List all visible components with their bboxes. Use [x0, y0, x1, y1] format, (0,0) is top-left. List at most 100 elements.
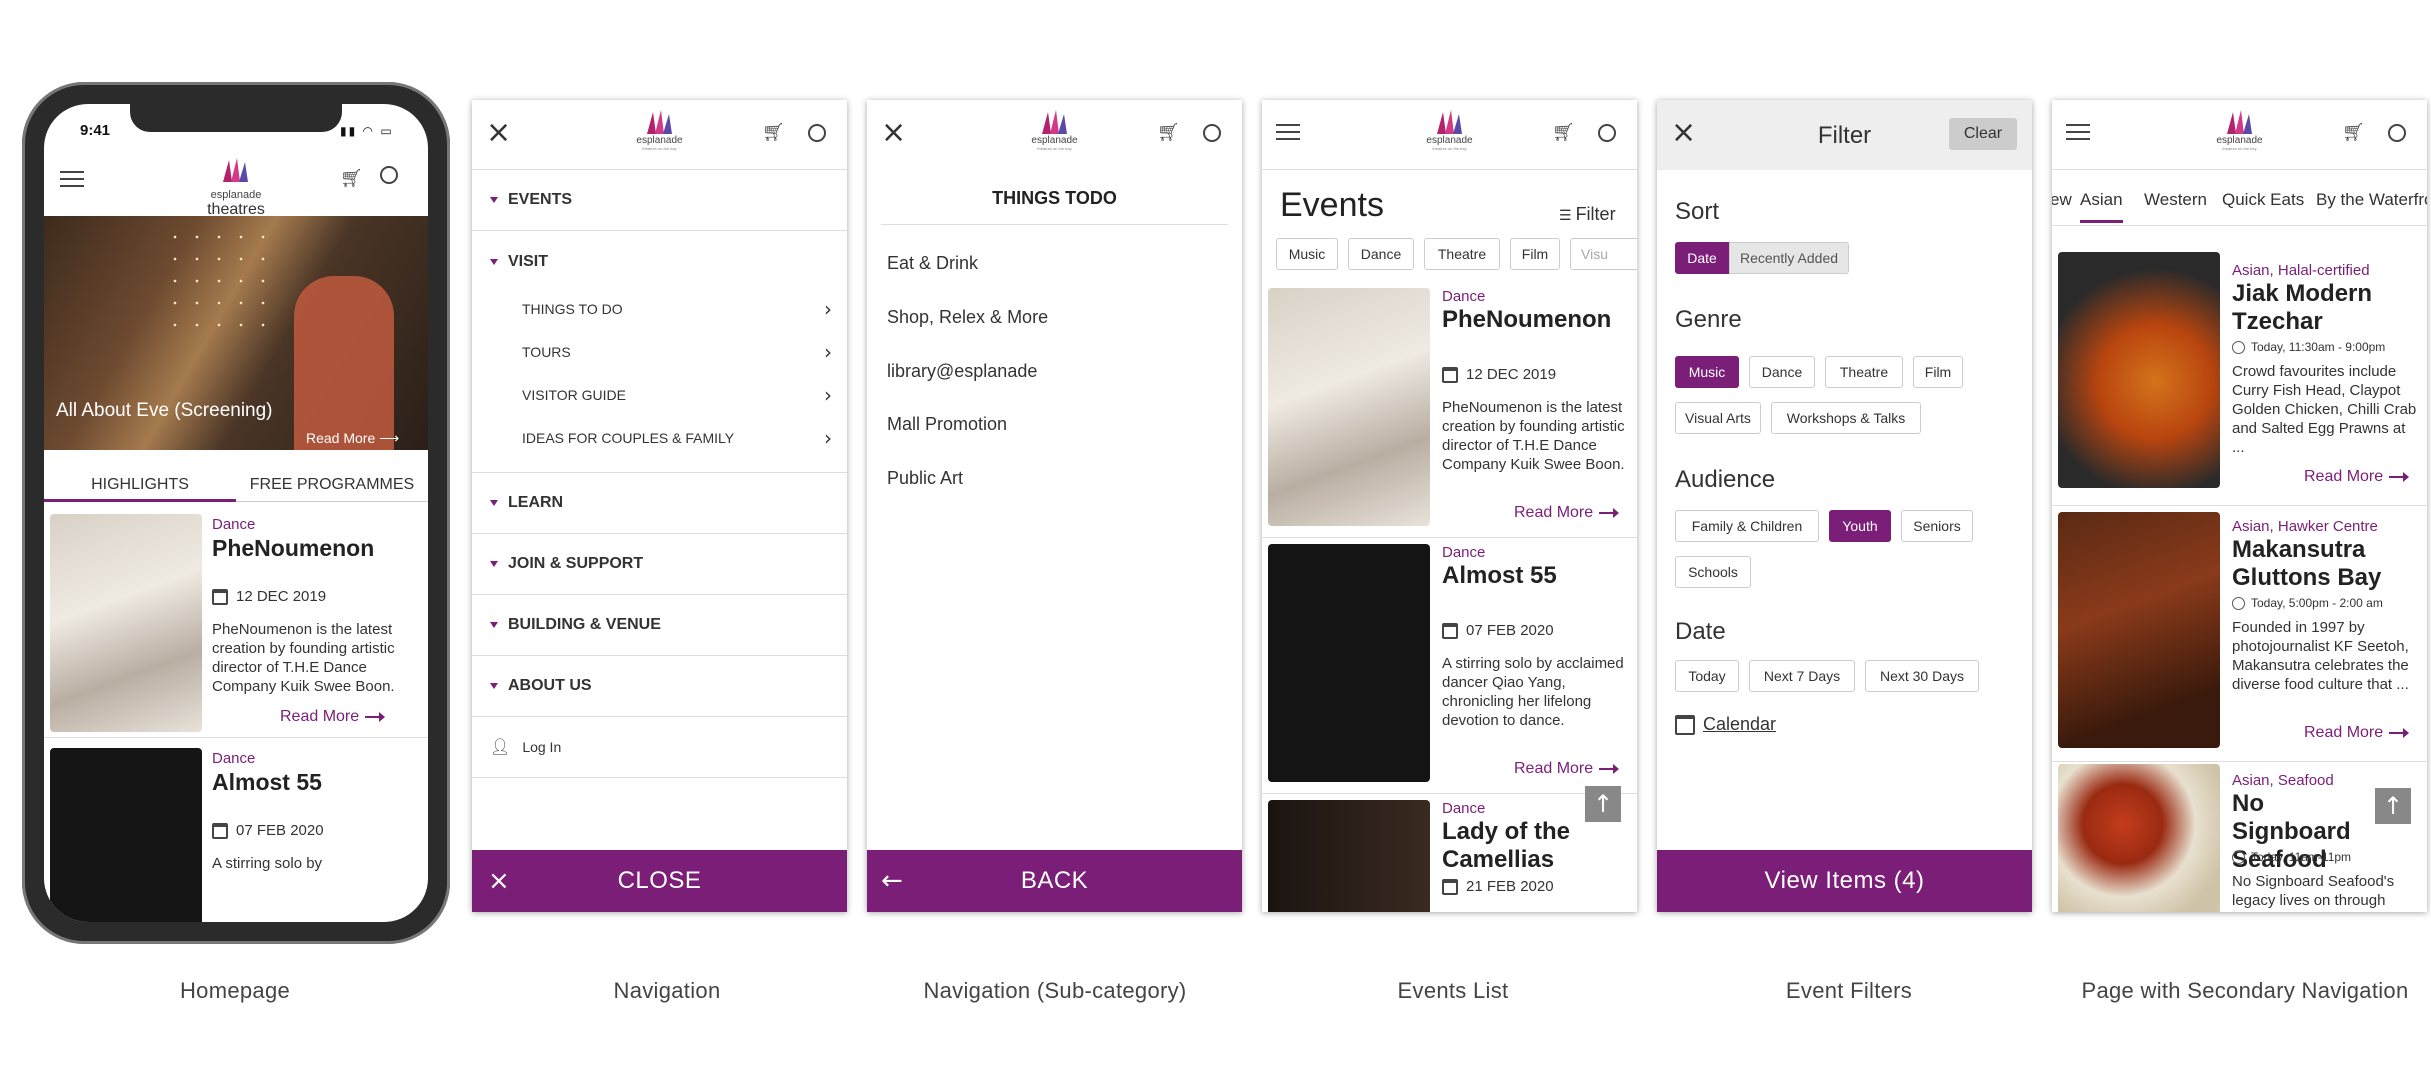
- audience-family[interactable]: Family & Children: [1675, 510, 1819, 542]
- hero-image[interactable]: All About Eve (Screening) Read More ⟶: [44, 216, 428, 450]
- scroll-to-top-button[interactable]: ↑: [1585, 786, 1621, 822]
- subnav-item-mall-promotion[interactable]: Mall Promotion: [887, 414, 1007, 435]
- tab-asian[interactable]: Asian: [2080, 190, 2123, 223]
- sort-recently-added[interactable]: Recently Added: [1729, 242, 1849, 274]
- genre-film[interactable]: Film: [1913, 356, 1963, 388]
- event-title: PheNoumenon: [1442, 306, 1612, 333]
- logo[interactable]: esplanade theatres on the bay: [1420, 108, 1480, 162]
- search-icon[interactable]: [2388, 124, 2406, 142]
- chip-film[interactable]: Film: [1510, 238, 1560, 270]
- calendar-icon: [212, 588, 228, 605]
- calendar-link[interactable]: Calendar: [1675, 714, 1776, 735]
- date-next-30-days[interactable]: Next 30 Days: [1865, 660, 1979, 692]
- restaurant-card[interactable]: Asian, Hawker Centre Makansutra Gluttons…: [2052, 506, 2427, 762]
- clock-icon: [2232, 850, 2245, 864]
- read-more-link[interactable]: Read More: [2304, 724, 2410, 742]
- restaurant-card[interactable]: Asian, Seafood No Signboard Seafood Toda…: [2052, 762, 2427, 912]
- nav-section-events[interactable]: EVENTS: [472, 170, 847, 231]
- back-button[interactable]: ← BACK: [867, 850, 1242, 912]
- scroll-to-top-button[interactable]: ↑: [2375, 788, 2411, 824]
- chip-music[interactable]: Music: [1276, 238, 1338, 270]
- nav-item-tours[interactable]: TOURS ›: [522, 330, 832, 373]
- audience-youth[interactable]: Youth: [1829, 510, 1891, 542]
- hamburger-icon[interactable]: [60, 166, 84, 192]
- nav-section-about-us[interactable]: ABOUT US: [472, 656, 847, 717]
- logo[interactable]: esplanade theatres on the bay: [1025, 108, 1085, 162]
- event-card[interactable]: Dance PheNoumenon 12 DEC 2019 PheNoumeno…: [44, 508, 428, 738]
- date-next-7-days[interactable]: Next 7 Days: [1749, 660, 1855, 692]
- cart-icon[interactable]: 🛒︎: [340, 168, 363, 189]
- homepage-screen: 9:41 ▮▮ ◠ ▭ esplanade theatres on the ba…: [44, 104, 428, 922]
- nav-section-learn[interactable]: LEARN: [472, 473, 847, 534]
- status-time: 9:41: [80, 122, 111, 139]
- audience-heading: Audience: [1675, 466, 1776, 493]
- nav-section-building-venue[interactable]: BUILDING & VENUE: [472, 595, 847, 656]
- tab-free-programmes[interactable]: FREE PROGRAMMES: [236, 466, 428, 502]
- event-card[interactable]: Dance Almost 55 07 FEB 2020 A stirring s…: [1262, 538, 1637, 794]
- tab-new[interactable]: ew: [2052, 190, 2072, 210]
- restaurant-thumbnail: [2058, 512, 2220, 748]
- genre-dance[interactable]: Dance: [1749, 356, 1815, 388]
- close-icon: ×: [488, 866, 511, 896]
- filter-button[interactable]: ☰ Filter: [1559, 204, 1616, 225]
- event-card[interactable]: Dance Almost 55 07 FEB 2020 A stirring s…: [44, 744, 428, 922]
- tab-waterfront[interactable]: By the Waterfro: [2316, 190, 2427, 210]
- audience-seniors[interactable]: Seniors: [1901, 510, 1973, 542]
- nav-item-ideas[interactable]: IDEAS FOR COUPLES & FAMILY ›: [522, 416, 832, 459]
- chip-dance[interactable]: Dance: [1348, 238, 1414, 270]
- clear-button[interactable]: Clear: [1949, 118, 2017, 150]
- hamburger-icon[interactable]: [2066, 119, 2090, 145]
- genre-workshops-talks[interactable]: Workshops & Talks: [1771, 402, 1921, 434]
- nav-item-visitor-guide[interactable]: VISITOR GUIDE ›: [522, 373, 832, 416]
- nav-section-visit[interactable]: VISIT: [472, 231, 847, 292]
- event-thumbnail: [1268, 800, 1430, 912]
- nav-section-join-support[interactable]: JOIN & SUPPORT: [472, 534, 847, 595]
- search-icon[interactable]: [380, 166, 398, 184]
- view-items-button[interactable]: View Items (4): [1657, 850, 2032, 912]
- logo[interactable]: esplanade theatres on the bay: [2210, 108, 2270, 162]
- event-card[interactable]: Dance PheNoumenon 12 DEC 2019 PheNoumeno…: [1262, 282, 1637, 538]
- chip-visual[interactable]: Visu: [1570, 238, 1637, 270]
- event-date: 21 FEB 2020: [1442, 878, 1554, 895]
- read-more-link[interactable]: Read More: [1514, 760, 1620, 778]
- hero-read-more[interactable]: Read More ⟶: [306, 430, 399, 447]
- logo[interactable]: esplanade theatres on the bay: [630, 108, 690, 162]
- cart-icon[interactable]: 🛒︎: [2342, 122, 2365, 143]
- tab-quick-eats[interactable]: Quick Eats: [2222, 190, 2304, 210]
- read-more-link[interactable]: Read More: [280, 708, 386, 726]
- subnav-item-library[interactable]: library@esplanade: [887, 361, 1037, 382]
- tab-western[interactable]: Western: [2144, 190, 2207, 210]
- subnav-item-shop[interactable]: Shop, Relex & More: [887, 307, 1048, 328]
- close-icon[interactable]: ×: [486, 118, 511, 148]
- genre-theatre[interactable]: Theatre: [1825, 356, 1903, 388]
- date-today[interactable]: Today: [1675, 660, 1739, 692]
- audience-schools[interactable]: Schools: [1675, 556, 1751, 588]
- sort-date[interactable]: Date: [1675, 242, 1729, 274]
- cart-icon[interactable]: 🛒︎: [1552, 122, 1575, 143]
- tab-highlights[interactable]: HIGHLIGHTS: [44, 466, 236, 502]
- event-category: Dance: [1442, 544, 1486, 561]
- read-more-link[interactable]: Read More: [2304, 468, 2410, 486]
- genre-music[interactable]: Music: [1675, 356, 1739, 388]
- subnav-item-public-art[interactable]: Public Art: [887, 468, 963, 489]
- login-link[interactable]: 👤︎ Log In: [472, 717, 847, 778]
- search-icon[interactable]: [808, 124, 826, 142]
- close-button[interactable]: × CLOSE: [472, 850, 847, 912]
- event-card[interactable]: Dance Lady of the Camellias 21 FEB 2020: [1262, 794, 1637, 912]
- close-icon[interactable]: ×: [881, 118, 906, 148]
- chip-theatre[interactable]: Theatre: [1424, 238, 1500, 270]
- event-date: 12 DEC 2019: [1442, 366, 1556, 383]
- logo-mark-icon: [1436, 110, 1462, 134]
- read-more-link[interactable]: Read More: [1514, 504, 1620, 522]
- genre-visual-arts[interactable]: Visual Arts: [1675, 402, 1761, 434]
- subnav-item-eat-drink[interactable]: Eat & Drink: [887, 253, 978, 274]
- logo-sub: theatres on the bay: [2222, 146, 2257, 151]
- cart-icon[interactable]: 🛒︎: [762, 122, 785, 143]
- nav-item-things-to-do[interactable]: THINGS TO DO ›: [522, 287, 832, 330]
- caret-icon: [490, 197, 498, 203]
- cart-icon[interactable]: 🛒︎: [1157, 122, 1180, 143]
- hamburger-icon[interactable]: [1276, 119, 1300, 145]
- search-icon[interactable]: [1203, 124, 1221, 142]
- restaurant-card[interactable]: Asian, Halal-certified Jiak Modern Tzech…: [2052, 252, 2427, 506]
- search-icon[interactable]: [1598, 124, 1616, 142]
